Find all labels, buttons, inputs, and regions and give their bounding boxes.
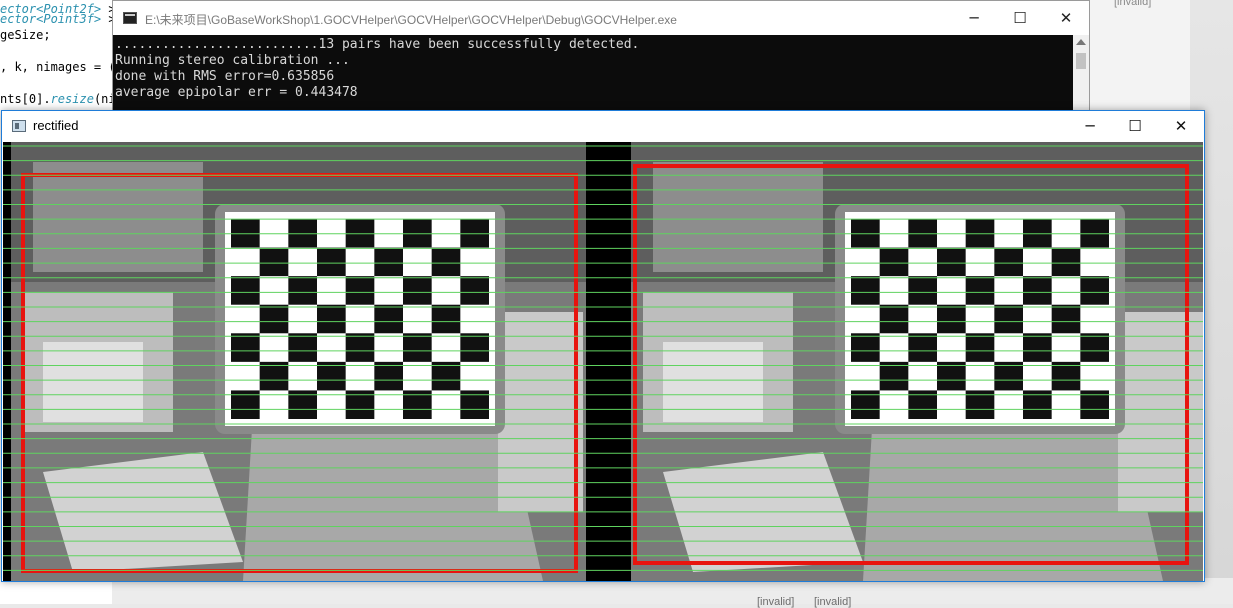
- checker-square: [317, 361, 346, 391]
- scrollbar-thumb[interactable]: [1076, 53, 1086, 69]
- checker-square: [879, 361, 909, 391]
- checker-square: [431, 361, 461, 391]
- checker-square: [460, 219, 489, 248]
- checker-square: [879, 304, 909, 334]
- left-image-monitor-screen: [43, 342, 143, 422]
- checker-square: [994, 361, 1023, 391]
- checker-square: [403, 333, 432, 362]
- image-window-icon: [12, 120, 26, 132]
- checker-square: [317, 304, 346, 334]
- checker-square: [1080, 219, 1109, 248]
- console-scrollbar[interactable]: [1073, 35, 1089, 113]
- code-line: ector<Point3f> >: [0, 12, 112, 26]
- code-text: (ni: [93, 92, 112, 106]
- console-output: ..........................13 pairs have …: [113, 37, 1073, 113]
- console-window[interactable]: E:\未来项目\GoBaseWorkShop\1.GOCVHelper\GOCV…: [112, 0, 1090, 113]
- checker-square: [1080, 333, 1109, 362]
- stereo-image-canvas: [3, 142, 1203, 581]
- close-button[interactable]: ✕: [1158, 111, 1204, 141]
- checker-square: [317, 247, 346, 277]
- code-line: geSize;: [0, 28, 51, 42]
- right-image-whiteboard: [1118, 312, 1203, 512]
- maximize-button[interactable]: ☐: [997, 1, 1043, 35]
- left-image-whiteboard: [498, 312, 583, 512]
- checker-square: [231, 219, 260, 248]
- code-text: , k, nimages = (: [0, 60, 112, 74]
- checker-square: [374, 304, 403, 334]
- checker-square: [1051, 247, 1081, 277]
- left-image-shelf: [33, 162, 203, 272]
- console-line: done with RMS error=0.635856: [115, 69, 335, 84]
- checker-square: [1023, 276, 1052, 305]
- checker-square: [259, 247, 289, 277]
- checker-square: [374, 361, 403, 391]
- checker-square: [431, 247, 461, 277]
- rectified-stereo-image: [3, 142, 1203, 581]
- checker-square: [908, 276, 937, 305]
- code-line: nts[0].resize(ni: [0, 92, 112, 106]
- checker-square: [288, 219, 317, 248]
- checker-square: [908, 333, 937, 362]
- scroll-up-arrow-icon[interactable]: [1076, 39, 1086, 45]
- code-keyword: ector<Point3f>: [0, 12, 102, 26]
- checker-square: [403, 276, 432, 305]
- code-keyword: resize: [50, 92, 94, 106]
- invalid-label: [invalid]: [1114, 0, 1152, 8]
- checker-square: [259, 304, 289, 334]
- checker-square: [994, 247, 1023, 277]
- checker-square: [374, 247, 403, 277]
- invalid-label: [invalid]: [814, 596, 852, 608]
- minimize-button[interactable]: ─: [951, 1, 997, 35]
- checker-square: [1051, 304, 1081, 334]
- checker-square: [908, 219, 937, 248]
- right-image-shelf: [653, 162, 823, 272]
- rectified-window-title: rectified: [33, 118, 79, 133]
- checker-square: [288, 333, 317, 362]
- checker-square: [1023, 333, 1052, 362]
- checker-square: [965, 219, 995, 248]
- console-line: average epipolar err = 0.443478: [115, 85, 358, 100]
- checker-square: [345, 276, 375, 305]
- checker-square: [851, 276, 880, 305]
- checker-square: [1080, 276, 1109, 305]
- rectified-window[interactable]: rectified ─ ☐ ✕: [1, 110, 1205, 582]
- code-text: geSize;: [0, 28, 51, 42]
- checker-square: [460, 276, 489, 305]
- checker-square: [288, 276, 317, 305]
- checker-square: [937, 247, 966, 277]
- checker-square: [965, 276, 995, 305]
- checker-square: [259, 361, 289, 391]
- checker-square: [460, 333, 489, 362]
- minimize-button[interactable]: ─: [1067, 111, 1113, 141]
- checker-square: [403, 219, 432, 248]
- console-line: ..........................13 pairs have …: [115, 37, 640, 52]
- checker-square: [879, 247, 909, 277]
- invalid-label: [invalid]: [757, 596, 795, 608]
- checker-square: [937, 361, 966, 391]
- checker-square: [851, 219, 880, 248]
- checker-square: [965, 333, 995, 362]
- close-button[interactable]: ✕: [1043, 1, 1089, 35]
- console-app-icon: [123, 12, 137, 24]
- console-titlebar[interactable]: E:\未来项目\GoBaseWorkShop\1.GOCVHelper\GOCV…: [113, 1, 1089, 35]
- right-image-monitor-screen: [663, 342, 763, 422]
- console-line: Running stereo calibration ...: [115, 53, 350, 68]
- checker-square: [231, 276, 260, 305]
- checker-square: [1051, 361, 1081, 391]
- checker-square: [431, 304, 461, 334]
- rectified-titlebar[interactable]: rectified ─ ☐ ✕: [2, 111, 1204, 141]
- checker-square: [937, 304, 966, 334]
- checker-square: [345, 219, 375, 248]
- checker-square: [345, 333, 375, 362]
- code-text: nts[0].: [0, 92, 51, 106]
- code-line: , k, nimages = (: [0, 60, 112, 74]
- maximize-button[interactable]: ☐: [1112, 111, 1158, 141]
- checker-square: [851, 333, 880, 362]
- code-text: >: [108, 12, 112, 26]
- checker-square: [994, 304, 1023, 334]
- console-window-title: E:\未来项目\GoBaseWorkShop\1.GOCVHelper\GOCV…: [145, 13, 677, 27]
- checker-square: [1023, 219, 1052, 248]
- checker-square: [231, 333, 260, 362]
